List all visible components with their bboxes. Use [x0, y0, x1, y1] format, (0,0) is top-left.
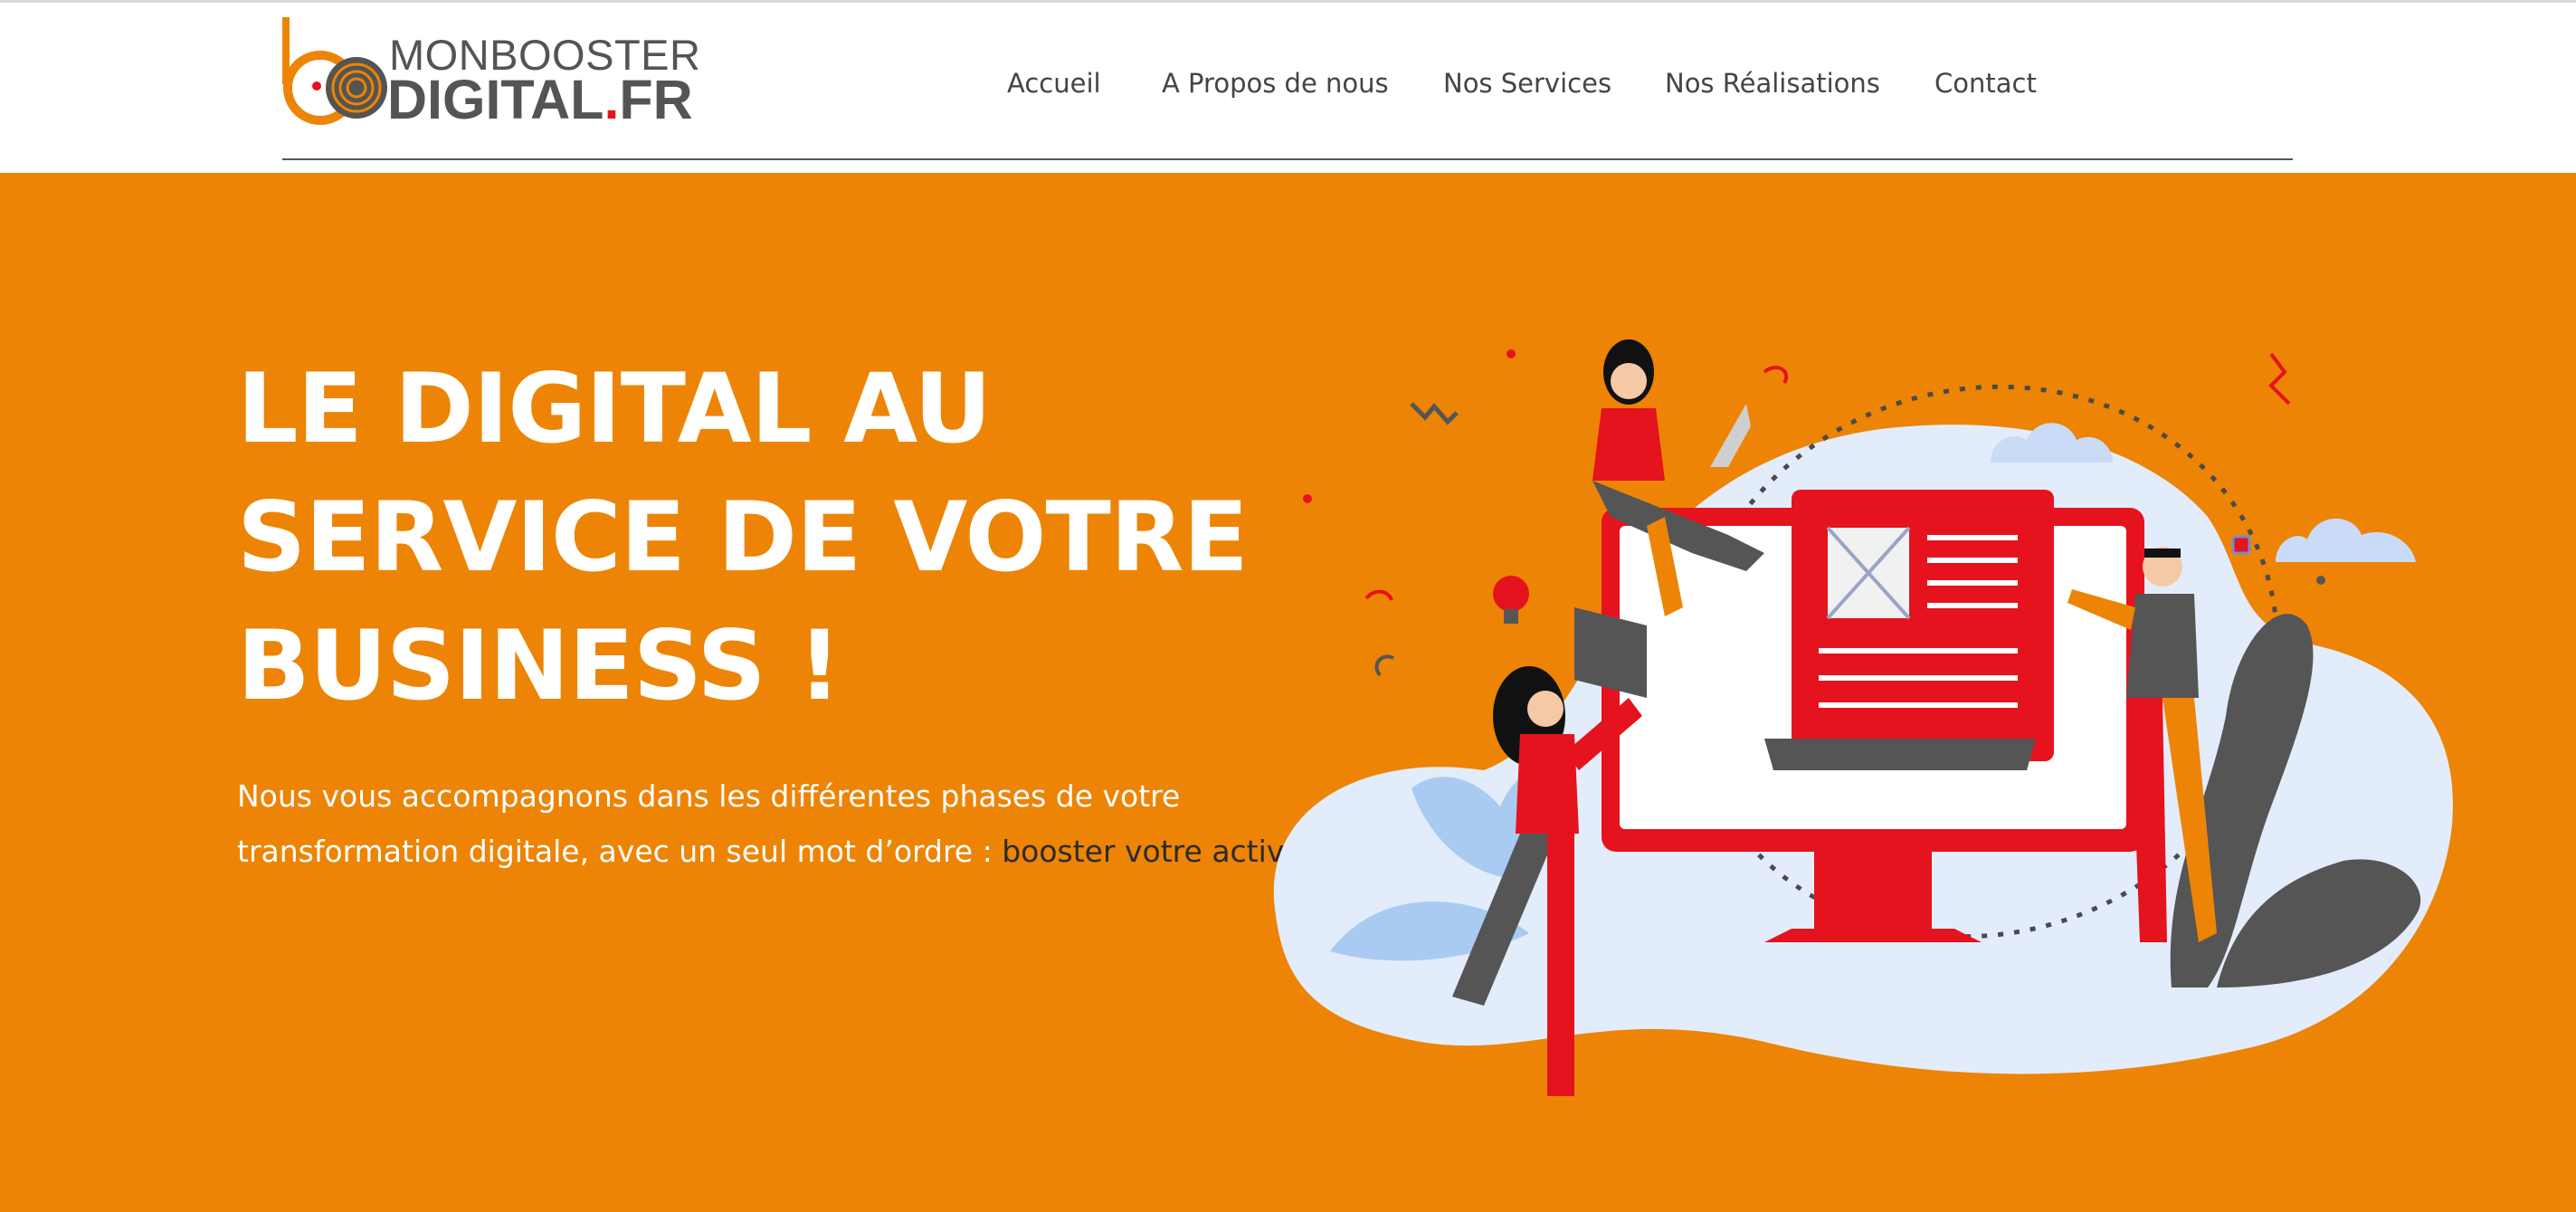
logo-text-tld: FR — [619, 69, 693, 130]
character-face — [1611, 363, 1647, 399]
monitor-base — [1764, 929, 1982, 942]
site-header: MONBOOSTER DIGITAL.FR Accueil A Propos d… — [0, 3, 2576, 173]
character-face — [1527, 691, 1564, 727]
hero-description-text: transformation digitale, avec un seul mo… — [237, 834, 1003, 869]
character-torso — [1592, 408, 1665, 481]
hero-description-line-2: transformation digitale, avec un seul mo… — [237, 824, 1335, 879]
hero-description-line-1: Nous vous accompagnons dans les différen… — [237, 778, 1181, 814]
character-hair — [2144, 549, 2181, 558]
site-logo[interactable]: MONBOOSTER DIGITAL.FR — [280, 14, 700, 128]
nav-item-a-propos[interactable]: A Propos de nous — [1162, 61, 1389, 106]
hero-description: Nous vous accompagnons dans les différen… — [237, 768, 1335, 879]
laptop-icon — [1647, 404, 1751, 467]
text-line — [1927, 580, 2018, 586]
cloud-icon — [2276, 518, 2416, 562]
square-icon — [2231, 535, 2251, 555]
header-divider — [282, 158, 2293, 160]
text-line — [1927, 558, 2018, 563]
text-line — [1819, 648, 2018, 654]
squiggle-icon — [2268, 352, 2291, 406]
text-line — [1927, 603, 2018, 608]
arc-icon — [1763, 366, 1789, 385]
hero-illustration — [1273, 339, 2453, 1096]
dot-icon — [2316, 576, 2325, 585]
character-torso — [2126, 594, 2199, 698]
dot-icon — [1303, 494, 1312, 503]
hero-title-line: BUSINESS ! — [237, 610, 841, 721]
dot-icon — [1507, 349, 1516, 358]
logo-text-digital: DIGITAL — [387, 69, 604, 130]
monitor-stand — [1814, 843, 1932, 942]
lightbulb-icon — [1493, 576, 1529, 612]
text-line — [1819, 702, 2018, 708]
arc-icon — [1364, 589, 1393, 601]
arc-icon — [1374, 654, 1394, 677]
nav-item-realisations[interactable]: Nos Réalisations — [1665, 61, 1880, 106]
text-line — [1927, 535, 2018, 540]
nav-item-accueil[interactable]: Accueil — [1007, 61, 1101, 106]
text-line — [1819, 675, 2018, 681]
nav-item-contact[interactable]: Contact — [1934, 61, 2037, 106]
document-scroll — [1764, 739, 2036, 770]
hero-section: LE DIGITAL AU SERVICE DE VOTRE BUSINESS … — [0, 173, 2576, 1212]
hero-title-line: LE DIGITAL AU — [237, 353, 992, 464]
lightbulb-base — [1504, 609, 1518, 624]
squiggle-icon — [1410, 402, 1459, 425]
logo-text-bottom: DIGITAL.FR — [387, 72, 693, 128]
hero-title-line: SERVICE DE VOTRE — [237, 482, 1249, 593]
hero-title: LE DIGITAL AU SERVICE DE VOTRE BUSINESS … — [237, 345, 1323, 730]
logo-mark-icon — [282, 17, 387, 125]
logo-text-dot: . — [604, 69, 620, 130]
nav-item-services[interactable]: Nos Services — [1443, 61, 1611, 106]
character-leg — [1547, 834, 1574, 1096]
